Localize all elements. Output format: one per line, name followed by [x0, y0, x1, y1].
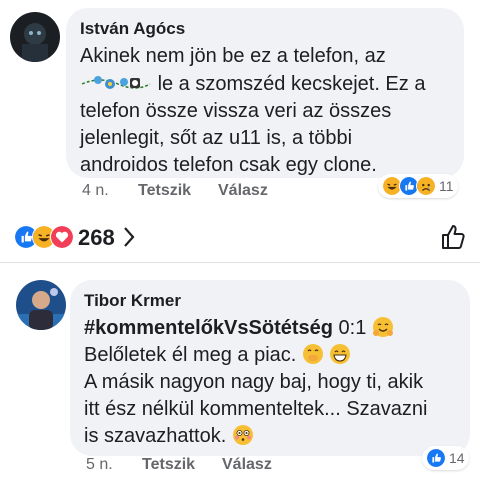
- comment-bubble: István Agócs Akinek nem jön be ez a tele…: [66, 8, 464, 178]
- reply-button[interactable]: Válasz: [222, 456, 272, 474]
- comment-author[interactable]: István Agócs: [80, 18, 450, 40]
- like-button[interactable]: Tetszik: [138, 182, 218, 200]
- comment-line: #kommentelőkVsSötétség 0:1: [84, 315, 456, 342]
- reaction-badge[interactable]: 14: [422, 446, 469, 470]
- sad-icon: [416, 176, 436, 196]
- divider: [0, 262, 480, 263]
- avatar[interactable]: [10, 12, 60, 62]
- chevron-right-icon[interactable]: [122, 225, 136, 254]
- post-reaction-count[interactable]: 268: [78, 225, 115, 251]
- comment-time[interactable]: 5 n.: [86, 456, 142, 474]
- avatar[interactable]: [16, 280, 66, 330]
- comment-text: #kommentelőkVsSötétség 0:1 Belőletek él …: [84, 315, 456, 450]
- comment-line: A másik nagyon nagy baj, hogy ti, akik: [84, 371, 424, 393]
- flushed-face-icon: [232, 425, 253, 445]
- like-icon: [426, 448, 446, 468]
- comment-author[interactable]: Tibor Krmer: [84, 290, 456, 312]
- post-reaction-bar: 268: [0, 213, 480, 261]
- comment-line: Belőletek él meg a piac.: [84, 342, 456, 369]
- comment-meta: 5 n. Tetszik Válasz: [86, 456, 272, 474]
- comment-text: Akinek nem jön be ez a telefon, az le a …: [80, 43, 450, 179]
- comment-line: is szavazhattok.: [84, 423, 456, 450]
- grinning-face-icon: [330, 344, 351, 364]
- reaction-count: 14: [449, 450, 465, 466]
- post-reactions[interactable]: [14, 225, 74, 249]
- thumbs-up-icon[interactable]: [440, 223, 468, 256]
- comment-line: telefon össze vissza veri az összes: [80, 100, 392, 122]
- hugging-face-icon: [372, 317, 393, 337]
- comment-line: Akinek nem jön be ez a telefon, az: [80, 45, 386, 67]
- comment-bubble: Tibor Krmer #kommentelőkVsSötétség 0:1 B…: [70, 280, 470, 456]
- reaction-badge[interactable]: 11: [378, 174, 458, 198]
- hashtag-link[interactable]: #kommentelőkVsSötétség: [84, 317, 333, 339]
- comment-time[interactable]: 4 n.: [82, 182, 138, 200]
- hand-over-mouth-icon: [302, 344, 323, 364]
- comment-line: itt ész nélkül kommenteltek... Szavazni: [84, 398, 428, 420]
- comment-meta: 4 n. Tetszik Válasz: [82, 182, 268, 200]
- reply-button[interactable]: Válasz: [218, 182, 268, 200]
- like-button[interactable]: Tetszik: [142, 456, 222, 474]
- reaction-count: 11: [439, 178, 454, 194]
- comment-line: jelenlegit, sőt az u11 is, a többi: [80, 127, 353, 149]
- comment-line-with-sticker: le a szomszéd kecskejet. Ez a: [80, 70, 450, 98]
- flower-sticker-icon: [80, 70, 152, 92]
- love-icon: [50, 225, 74, 249]
